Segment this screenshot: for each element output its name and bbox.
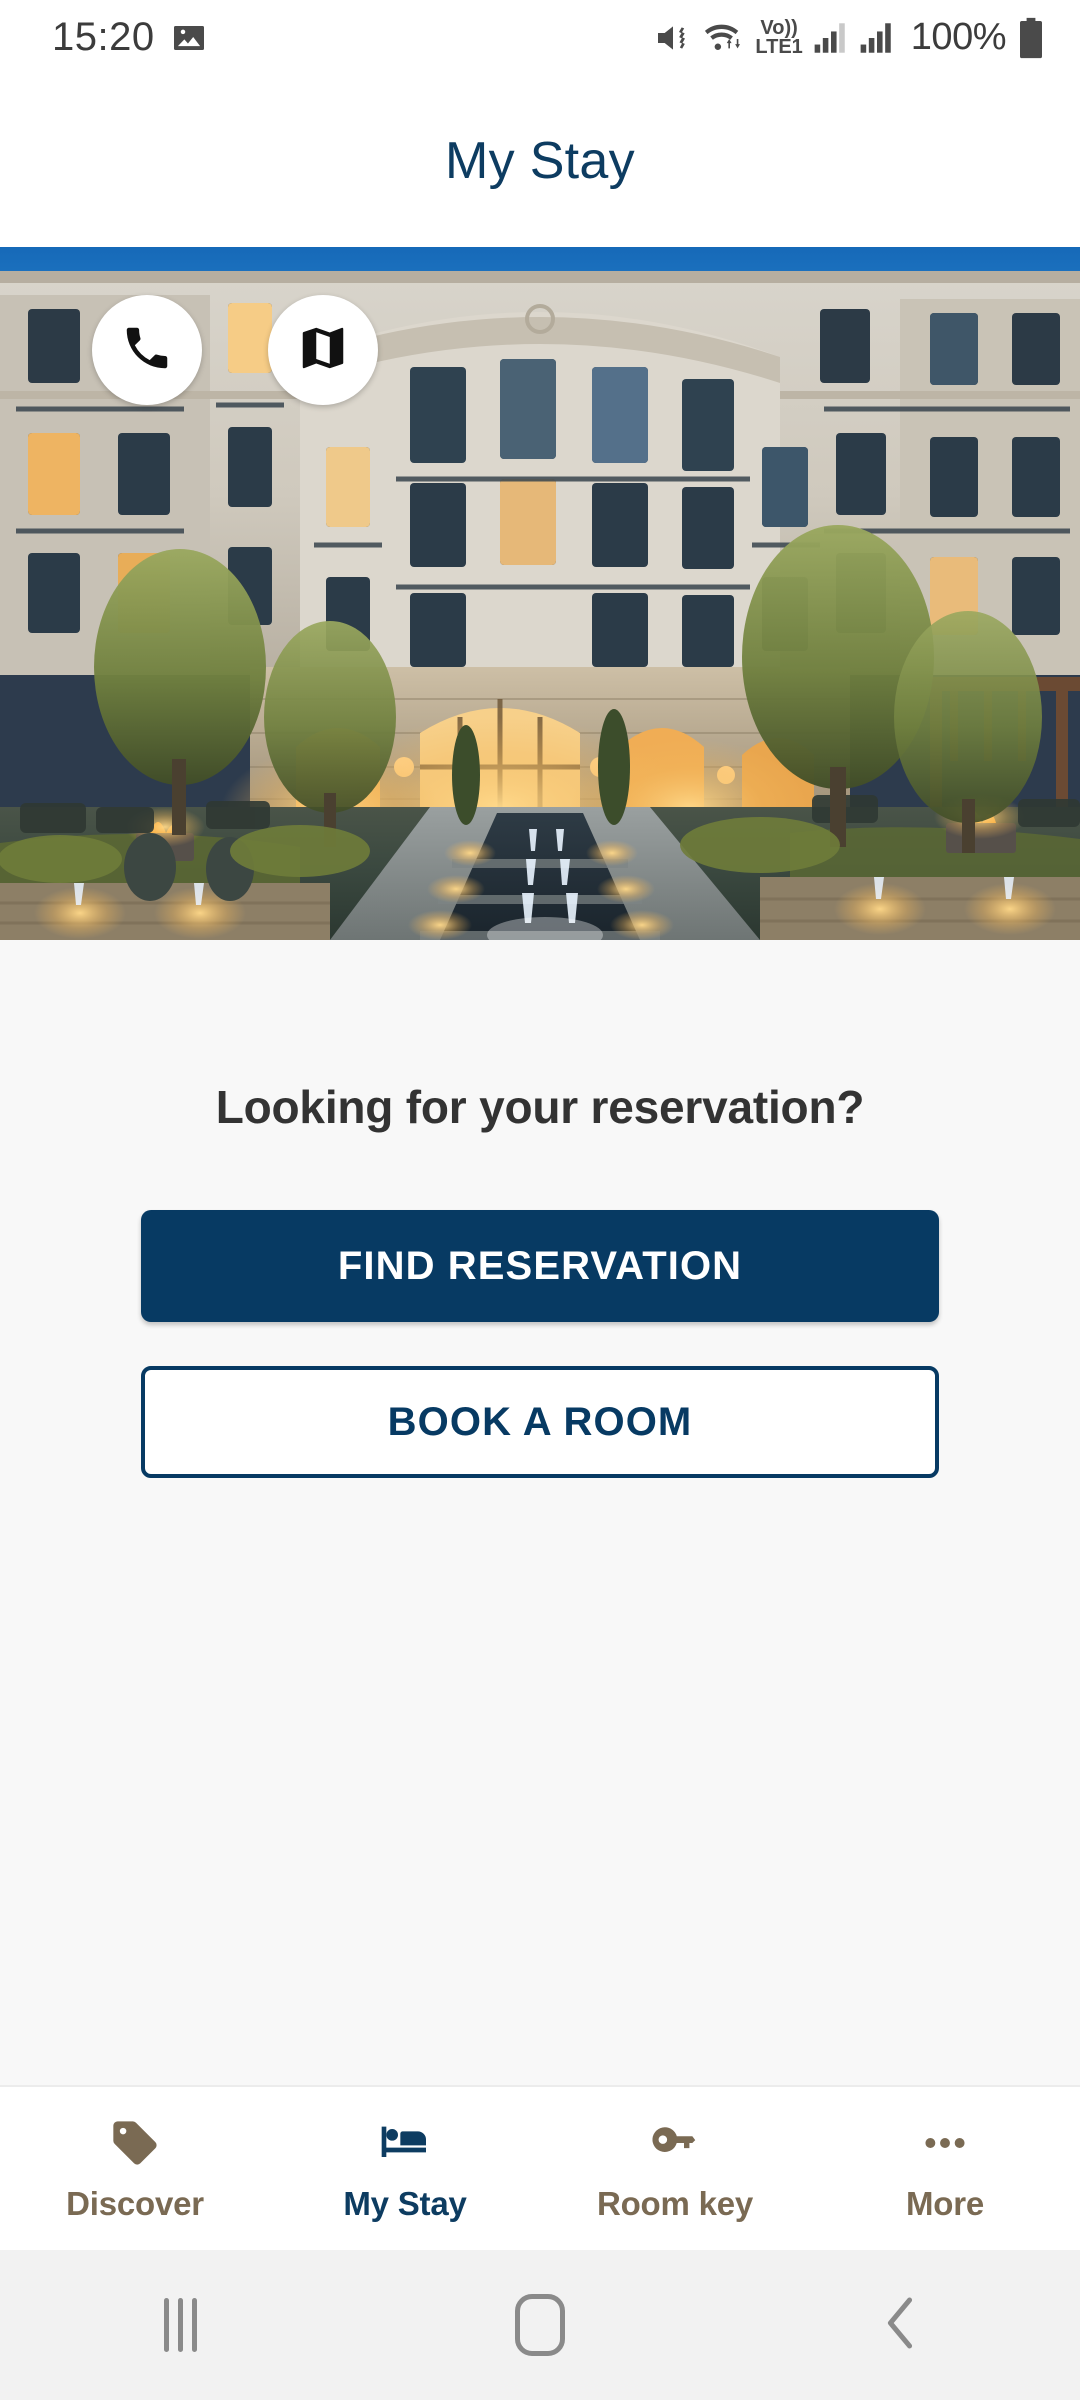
mute-vibrate-icon bbox=[653, 18, 693, 58]
status-bar-right: Vo)) LTE1 100% bbox=[653, 16, 1046, 60]
hotel-hero-image bbox=[0, 247, 1080, 940]
back-icon bbox=[877, 2292, 923, 2359]
tab-label-room-key: Room key bbox=[596, 2184, 754, 2222]
find-reservation-button[interactable]: FIND RESERVATION bbox=[141, 1210, 939, 1322]
volte-bottom-label: LTE1 bbox=[755, 35, 803, 58]
status-bar: 15:20 Vo)) LTE1 100% bbox=[0, 0, 1080, 75]
app-header: My Stay bbox=[0, 75, 1080, 247]
home-icon bbox=[515, 2294, 565, 2356]
signal-bars-sim2-icon bbox=[859, 21, 895, 55]
tab-more[interactable]: More bbox=[810, 2115, 1080, 2223]
tab-label-my-stay: My Stay bbox=[343, 2184, 467, 2222]
battery-icon bbox=[1016, 16, 1046, 60]
key-icon bbox=[648, 2115, 702, 2171]
reservation-prompt: Looking for your reservation? bbox=[215, 1081, 865, 1133]
book-a-room-button[interactable]: BOOK A ROOM bbox=[141, 1366, 939, 1478]
system-navigation-bar bbox=[0, 2250, 1080, 2400]
screenshot-icon bbox=[171, 20, 207, 56]
page-title: My Stay bbox=[445, 132, 635, 190]
map-directions-button[interactable] bbox=[268, 295, 378, 405]
wifi-icon bbox=[703, 18, 745, 58]
back-button[interactable] bbox=[720, 2292, 1080, 2359]
tab-room-key[interactable]: Room key bbox=[540, 2115, 810, 2223]
phone-icon bbox=[120, 321, 174, 380]
tab-label-more: More bbox=[905, 2184, 985, 2222]
home-button[interactable] bbox=[360, 2294, 720, 2356]
ellipsis-icon bbox=[918, 2115, 972, 2171]
battery-percent-label: 100% bbox=[910, 16, 1007, 58]
tab-discover[interactable]: Discover bbox=[0, 2115, 270, 2223]
bottom-tab-bar: Discover My Stay Room key More bbox=[0, 2085, 1080, 2250]
recent-apps-icon bbox=[163, 2298, 197, 2352]
bed-icon bbox=[377, 2115, 433, 2171]
hero-action-buttons bbox=[92, 295, 378, 405]
status-bar-left: 15:20 bbox=[52, 15, 207, 60]
app-screen: 15:20 Vo)) LTE1 100% My Stay Looking for… bbox=[0, 0, 1080, 2400]
tab-my-stay[interactable]: My Stay bbox=[270, 2115, 540, 2223]
signal-bars-sim1-icon bbox=[813, 21, 849, 55]
call-hotel-button[interactable] bbox=[92, 295, 202, 405]
main-content: Looking for your reservation? FIND RESER… bbox=[0, 940, 1080, 2085]
volte-top-label: Vo)) bbox=[760, 17, 798, 40]
recent-apps-button[interactable] bbox=[0, 2298, 360, 2352]
tab-label-discover: Discover bbox=[66, 2184, 204, 2222]
map-icon bbox=[296, 321, 350, 380]
status-bar-clock: 15:20 bbox=[52, 15, 155, 59]
volte-icon: Vo)) LTE1 bbox=[755, 17, 803, 58]
tag-icon bbox=[109, 2115, 161, 2171]
